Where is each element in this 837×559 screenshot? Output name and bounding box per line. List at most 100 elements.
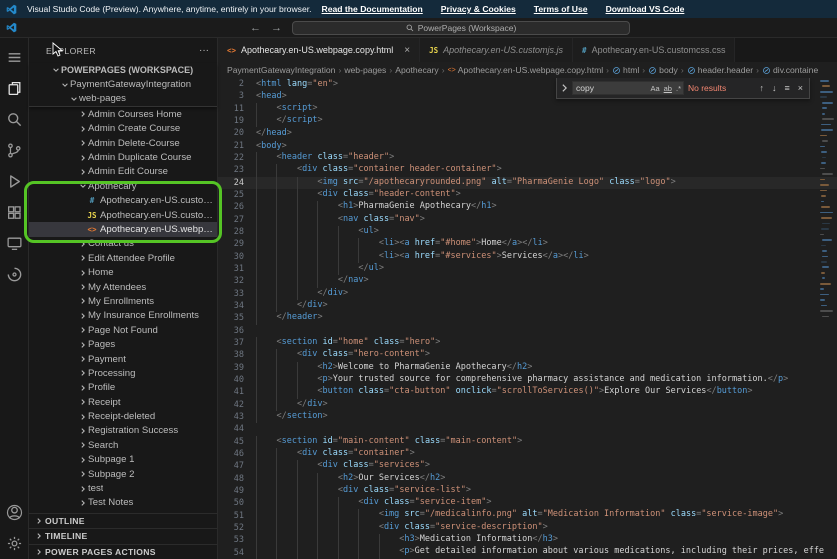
tree-folder-subpage-2[interactable]: Subpage 2: [29, 467, 217, 481]
tree-folder-admin-edit-course[interactable]: Admin Edit Course: [29, 165, 217, 179]
breadcrumb-item-apothecary[interactable]: Apothecary: [395, 65, 438, 75]
tree-folder-admin-create-course[interactable]: Admin Create Course: [29, 122, 217, 136]
breadcrumb-item-html[interactable]: html: [612, 65, 639, 75]
run-debug-icon[interactable]: [0, 166, 29, 197]
chevron-down-icon: [51, 66, 61, 74]
tab-apothecary-en-us-customcss-css[interactable]: # Apothecary.en-US.customcss.css: [573, 38, 736, 62]
source-control-icon[interactable]: [0, 135, 29, 166]
tree-folder-admin-duplicate-course[interactable]: Admin Duplicate Course: [29, 150, 217, 164]
title-bar: ← → PowerPages (Workspace): [0, 18, 837, 38]
tree-folder-web-pages[interactable]: web-pages: [29, 92, 217, 106]
tree-file-apothecary-en-us-webpage-copy-html[interactable]: <>Apothecary.en-US.webpage.copy.html: [29, 222, 217, 237]
breadcrumb-item-div-containe[interactable]: div.containe: [762, 65, 818, 75]
tree-file-apothecary-en-us-customcss-css[interactable]: # Apothecary.en-US.customcss.css: [29, 194, 217, 208]
tree-folder-subpage-1[interactable]: Subpage 1: [29, 453, 217, 467]
nav-back-icon[interactable]: ←: [250, 22, 261, 34]
banner-link[interactable]: Download VS Code: [606, 4, 685, 14]
tree-folder-my-insurance-enrollments[interactable]: My Insurance Enrollments: [29, 309, 217, 323]
indent-guide: [256, 399, 276, 411]
tree-folder-receipt-deleted[interactable]: Receipt-deleted: [29, 409, 217, 423]
tree-folder-test-notes[interactable]: Test Notes: [29, 496, 217, 510]
tree-folder-my-attendees[interactable]: My Attendees: [29, 280, 217, 294]
regex-icon[interactable]: .*: [674, 84, 683, 93]
indent-guide: [297, 374, 317, 386]
search-icon[interactable]: [0, 104, 29, 135]
preview-banner: Visual Studio Code (Preview). Anywhere, …: [0, 0, 837, 18]
power-platform-icon[interactable]: [0, 259, 29, 290]
breadcrumb-item-header-header[interactable]: header.header: [687, 65, 753, 75]
menu-icon[interactable]: [0, 42, 29, 73]
line-content: <p>Get detailed information about variou…: [256, 546, 824, 558]
tree-folder-processing[interactable]: Processing: [29, 366, 217, 380]
whole-word-icon[interactable]: ab: [662, 84, 674, 93]
command-center-search[interactable]: PowerPages (Workspace): [292, 21, 630, 35]
tab-apothecary-en-us-webpage-copy-html[interactable]: <> Apothecary.en-US.webpage.copy.html ×: [218, 38, 421, 62]
indent-guide: [276, 399, 296, 411]
close-tab-icon[interactable]: ×: [404, 45, 410, 56]
tree-folder-admin-courses-home[interactable]: Admin Courses Home: [29, 107, 217, 121]
line-number: 30: [233, 251, 244, 262]
match-case-icon[interactable]: Aa: [648, 84, 661, 93]
tree-folder-payment[interactable]: Payment: [29, 352, 217, 366]
code-line: 46 <div class="container">: [218, 448, 837, 460]
panel-label: OUTLINE: [45, 515, 85, 526]
account-icon[interactable]: [0, 497, 29, 528]
banner-link[interactable]: Privacy & Cookies: [441, 4, 516, 14]
breadcrumb-item-paymentgatewayintegration[interactable]: PaymentGatewayIntegration: [227, 65, 335, 75]
breadcrumb-item-apothecary-en-us-webpage-copy-html[interactable]: <> Apothecary.en-US.webpage.copy.html: [448, 65, 604, 75]
tree-folder-home[interactable]: Home: [29, 265, 217, 279]
tree-folder-my-enrollments[interactable]: My Enrollments: [29, 294, 217, 308]
tree-folder-receipt[interactable]: Receipt: [29, 395, 217, 409]
settings-gear-icon[interactable]: [0, 528, 29, 559]
tree-folder-registration-success[interactable]: Registration Success: [29, 424, 217, 438]
tree-folder-paymentgatewayintegration[interactable]: PaymentGatewayIntegration: [29, 77, 217, 91]
tree-folder-page-not-found[interactable]: Page Not Found: [29, 323, 217, 337]
line-number: 24: [233, 177, 244, 188]
tree-folder-contact-us[interactable]: Contact us: [29, 237, 217, 251]
line-number: 26: [233, 202, 244, 213]
tree-folder-search[interactable]: Search: [29, 438, 217, 452]
toggle-replace-icon[interactable]: [561, 83, 568, 93]
code-editor[interactable]: 2 <html lang="en"> 3 <head> 11 <script> 19 </sc…: [218, 78, 837, 559]
line-content: </ul>: [256, 263, 384, 275]
explorer-icon[interactable]: [0, 73, 29, 104]
code-line: 23 <div class="container header-container…: [218, 164, 837, 176]
find-input[interactable]: [573, 83, 649, 93]
indent-guide: [256, 201, 276, 213]
symbol-element-icon: [612, 66, 621, 75]
panel-power-pages-actions[interactable]: POWER PAGES ACTIONS: [29, 543, 217, 559]
tree-folder-admin-delete-course[interactable]: Admin Delete-Course: [29, 136, 217, 150]
tree-folder-apothecary[interactable]: Apothecary: [29, 179, 217, 193]
explorer-more-actions-icon[interactable]: ···: [199, 45, 209, 55]
minimap[interactable]: [820, 80, 836, 325]
find-previous-icon[interactable]: ↑: [757, 83, 766, 93]
find-in-selection-icon[interactable]: ≡: [782, 83, 791, 93]
code-line: 42 </div>: [218, 399, 837, 411]
remote-explorer-icon[interactable]: [0, 228, 29, 259]
tab-apothecary-en-us-customjs-js[interactable]: JS Apothecary.en-US.customjs.js: [420, 38, 574, 62]
breadcrumb-item-body[interactable]: body: [648, 65, 678, 75]
indent-guide: [276, 214, 296, 226]
tree-folder-edit-attendee-profile[interactable]: Edit Attendee Profile: [29, 251, 217, 265]
close-find-icon[interactable]: ×: [796, 83, 805, 93]
find-next-icon[interactable]: ↓: [770, 83, 779, 93]
panel-timeline[interactable]: TIMELINE: [29, 528, 217, 544]
line-content: <button class="cta-button" onclick="scro…: [256, 386, 752, 398]
tree-file-apothecary-en-us-customjs-js[interactable]: JS Apothecary.en-US.customjs.js: [29, 208, 217, 222]
extensions-icon[interactable]: [0, 197, 29, 228]
vscode-menu-logo-icon[interactable]: [6, 22, 17, 33]
breadcrumb-separator: ›: [642, 65, 646, 75]
banner-link[interactable]: Terms of Use: [534, 4, 588, 14]
tree-folder-test[interactable]: test: [29, 481, 217, 495]
breadcrumb-item-web-pages[interactable]: web-pages: [344, 65, 386, 75]
panel-outline[interactable]: OUTLINE: [29, 512, 217, 529]
line-number: 22: [233, 153, 244, 164]
indent-guide: [256, 177, 276, 189]
indent-guide: [276, 238, 296, 250]
tree-folder-profile[interactable]: Profile: [29, 381, 217, 395]
tree-folder-pages[interactable]: Pages: [29, 337, 217, 351]
nav-forward-icon[interactable]: →: [271, 22, 282, 34]
css-file-icon: #: [582, 45, 587, 55]
tree-folder-powerpages-workspace-[interactable]: POWERPAGES (WORKSPACE): [29, 63, 217, 77]
banner-link[interactable]: Read the Documentation: [322, 4, 423, 14]
